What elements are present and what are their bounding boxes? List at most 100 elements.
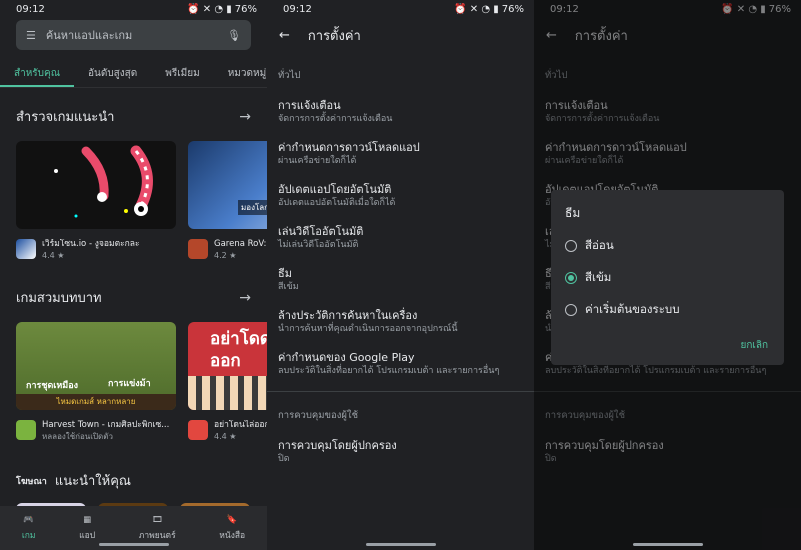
cancel-button[interactable]: ยกเลิก (740, 338, 768, 353)
app-icon (188, 420, 208, 440)
radio-button[interactable] (565, 240, 577, 252)
microphone-icon[interactable]: 🎙 (227, 29, 241, 42)
crowd-artwork (188, 376, 267, 410)
recommended-games-row: เวิร์มโซน.io - งูจอมตะกละ 4.4 ★ มองโลกผ่า… (0, 141, 267, 261)
nav-movies[interactable]: 🎞 ภาพยนตร์ (139, 515, 176, 542)
app-name: Garena RoV: Mob (214, 239, 267, 249)
game-card[interactable]: อย่าโดด ออก อย่าโดนไล่ออก 4.4 ★ (188, 322, 267, 442)
settings-theme-dialog-screen: 09:12 ⏰ ✕ ◔ ▮ 76% ← การตั้งค่า ทั่วไป การ… (534, 0, 801, 550)
theme-option-system-default[interactable]: ค่าเริ่มต้นของระบบ (565, 301, 770, 319)
setting-theme[interactable]: ธีมสีเข้ม (267, 267, 534, 293)
bookmark-icon: 🔖 (226, 514, 238, 525)
setting-subtitle: ปิด (278, 454, 290, 464)
back-arrow-icon[interactable]: ← (279, 28, 290, 43)
section-recommended-for-you[interactable]: โฆษณา แนะนำให้คุณ (0, 470, 267, 491)
search-input[interactable]: ค้นหาแอปและเกม (46, 26, 217, 44)
arrow-right-icon[interactable]: → (239, 109, 251, 125)
dialog-title: ธีม (565, 206, 581, 220)
setting-title: ค่ากำหนดของ Google Play (278, 351, 415, 364)
nav-label: ภาพยนตร์ (138, 530, 176, 541)
setting-title: อัปเดตแอปโดยอัตโนมัติ (278, 183, 392, 196)
setting-subtitle: ไม่เล่นวิดีโออัตโนมัติ (278, 240, 359, 250)
app-icon (188, 239, 208, 259)
game-card[interactable]: เวิร์มโซน.io - งูจอมตะกละ 4.4 ★ (16, 141, 176, 261)
tab-categories[interactable]: หมวดหมู่ (214, 64, 267, 87)
setting-download-preference[interactable]: ค่ากำหนดการดาวน์โหลดแอปผ่านเครือข่ายใดก็… (267, 141, 534, 167)
section-title: เกมสวมบทบาท (16, 291, 102, 306)
nav-label: แอป (79, 530, 96, 541)
gesture-bar[interactable] (98, 543, 169, 546)
bottom-navigation: 🎮 เกม ▦ แอป 🎞 ภาพยนตร์ 🔖 หนังสือ (0, 506, 267, 550)
section-recommended-games[interactable]: สำรวจเกมแนะนำ → (0, 106, 267, 127)
radio-button-selected[interactable] (565, 272, 577, 284)
arrow-right-icon[interactable]: → (239, 290, 251, 306)
app-rating: 4.2 ★ (214, 251, 237, 260)
setting-clear-history[interactable]: ล้างประวัติการค้นหาในเครื่องนำการค้นหาที… (267, 309, 534, 335)
setting-title: ธีม (278, 267, 292, 280)
status-icons: ⏰ ✕ ◔ ▮ (187, 3, 232, 15)
setting-parental-controls[interactable]: การควบคุมโดยผู้ปกครองปิด (267, 439, 534, 465)
setting-autoplay-video[interactable]: เล่นวิดีโออัตโนมัติไม่เล่นวิดีโออัตโนมัต… (267, 225, 534, 251)
section-rpg-games[interactable]: เกมสวมบทบาท → (0, 287, 267, 308)
setting-subtitle: ลบประวัติในสิ่งที่อยากได้ โปรแกรมเบต้า แ… (278, 366, 500, 376)
app-rating: 4.4 ★ (42, 251, 65, 260)
nav-label: หนังสือ (219, 530, 246, 541)
theme-dialog: ธีม สีอ่อน สีเข้ม ค่าเริ่มต้นของระบบ ยกเ… (551, 190, 784, 365)
banner-text: การชุดเหมือง (26, 381, 79, 391)
setting-title: ล้างประวัติการค้นหาในเครื่อง (278, 309, 418, 322)
game-banner[interactable] (16, 141, 176, 229)
grid-icon: ▦ (83, 514, 92, 525)
game-banner[interactable]: อย่าโดด ออก (188, 322, 267, 410)
setting-title: ค่ากำหนดการดาวน์โหลดแอป (278, 141, 420, 154)
game-banner[interactable]: การชุดเหมือง การแข่งม้า ไหมดเกมส์ หลากหล… (16, 322, 176, 410)
game-banner[interactable]: มองโลกผ่าน (188, 141, 267, 229)
banner-text: ไหมดเกมส์ หลากหลาย (16, 394, 176, 410)
nav-games[interactable]: 🎮 เกม (22, 515, 36, 542)
theme-option-light[interactable]: สีอ่อน (565, 237, 770, 255)
setting-title: เล่นวิดีโออัตโนมัติ (278, 225, 364, 238)
app-icon (16, 239, 36, 259)
play-store-home: 09:12 ⏰ ✕ ◔ ▮ 76% ☰ ค้นหาแอปและเกม 🎙 สำหร… (0, 0, 267, 550)
setting-google-play-preferences[interactable]: ค่ากำหนดของ Google Play ลบประวัติในสิ่งที… (267, 351, 534, 377)
setting-subtitle: สีเข้ม (278, 282, 299, 292)
menu-icon[interactable]: ☰ (26, 29, 36, 42)
status-time: 09:12 (16, 3, 45, 15)
app-name: Harvest Town - เกมศิลปะพิกเซ... (42, 420, 170, 430)
option-label: สีอ่อน (585, 238, 614, 252)
tab-premium[interactable]: พรีเมียม (151, 64, 213, 87)
gesture-bar[interactable] (365, 543, 436, 546)
nav-apps[interactable]: ▦ แอป (79, 515, 95, 542)
gamepad-icon: 🎮 (23, 514, 34, 525)
nav-books[interactable]: 🔖 หนังสือ (219, 515, 245, 542)
game-card[interactable]: การชุดเหมือง การแข่งม้า ไหมดเกมส์ หลากหล… (16, 322, 176, 442)
tab-top-charts[interactable]: อันดับสูงสุด (74, 64, 151, 87)
battery-level: 76% (501, 3, 524, 15)
tab-for-you[interactable]: สำหรับคุณ (0, 64, 74, 87)
radio-button[interactable] (565, 304, 577, 316)
setting-title: การควบคุมโดยผู้ปกครอง (278, 439, 397, 452)
app-rating: 4.4 ★ (214, 432, 237, 441)
game-card[interactable]: มองโลกผ่าน Garena RoV: Mob 4.2 ★ (188, 141, 267, 261)
page-title: การตั้งค่า (307, 28, 361, 44)
gesture-bar[interactable] (632, 543, 703, 546)
group-general: ทั่วไป (278, 70, 301, 81)
setting-subtitle: อัปเดตแอปอัตโนมัติเมื่อใดก็ได้ (278, 198, 396, 208)
banner-text: การแข่งม้า (108, 379, 151, 389)
ads-label: โฆษณา (16, 476, 47, 487)
setting-notifications[interactable]: การแจ้งเตือน จัดการการตั้งค่าการแจ้งเตือน (267, 99, 534, 125)
app-icon (16, 420, 36, 440)
option-label: สีเข้ม (585, 270, 612, 284)
category-tabs: สำหรับคุณ อันดับสูงสุด พรีเมียม หมวดหมู่ (0, 64, 267, 88)
status-icons: ⏰ ✕ ◔ ▮ (454, 3, 499, 15)
banner-text: อย่าโดด ออก (210, 329, 267, 371)
theme-option-dark[interactable]: สีเข้ม (565, 269, 770, 287)
status-time: 09:12 (283, 3, 312, 15)
setting-subtitle: ผ่านเครือข่ายใดก็ได้ (278, 156, 357, 166)
section-title: แนะนำให้คุณ (54, 474, 131, 489)
status-bar: 09:12 ⏰ ✕ ◔ ▮ 76% (267, 0, 534, 18)
app-name: เวิร์มโซน.io - งูจอมตะกละ (42, 239, 140, 249)
setting-subtitle: นำการค้นหาที่คุณดำเนินการออกจากอุปกรณ์นี… (278, 324, 458, 334)
search-bar[interactable]: ☰ ค้นหาแอปและเกม 🎙 (16, 20, 251, 50)
app-name: อย่าโดนไล่ออก (214, 420, 267, 430)
setting-auto-update[interactable]: อัปเดตแอปโดยอัตโนมัติอัปเดตแอปอัตโนมัติเ… (267, 183, 534, 209)
